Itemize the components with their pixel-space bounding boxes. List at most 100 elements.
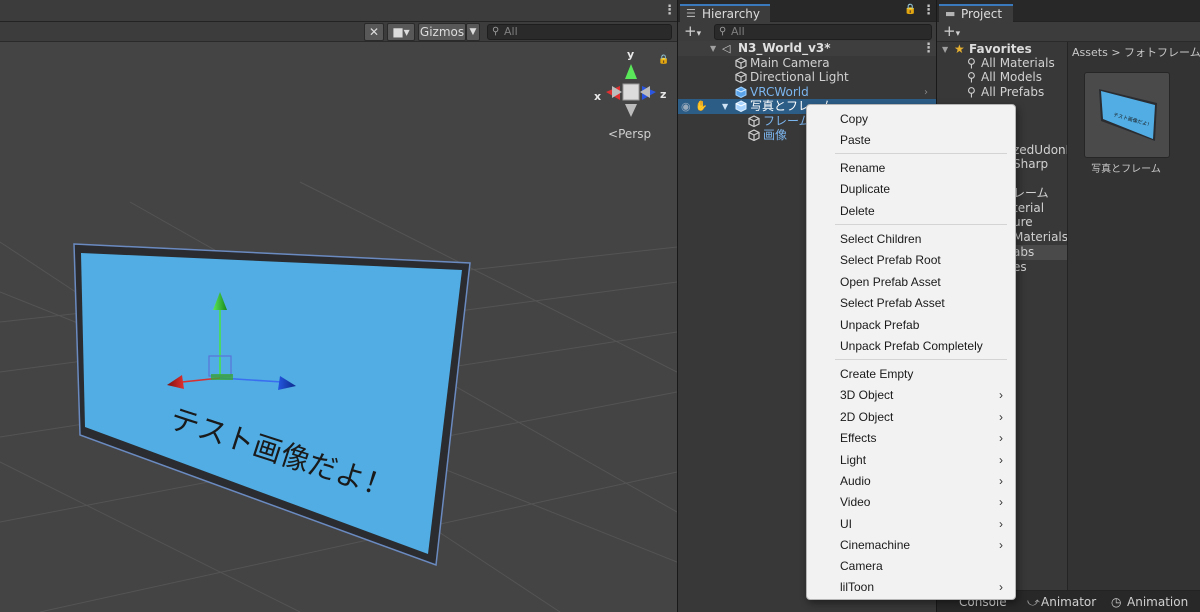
menu-item-label: Unpack Prefab xyxy=(840,318,920,332)
menu-item-3d-object[interactable]: 3D Object › xyxy=(807,385,1015,405)
menu-item-label: Select Prefab Root xyxy=(840,253,941,267)
folder-item-label: Materials xyxy=(1013,230,1069,244)
folder-item-label: レーム xyxy=(1013,186,1049,200)
menu-item-unpack-prefab[interactable]: Unpack Prefab xyxy=(807,315,1015,335)
scene-more-icon[interactable]: ⋮ xyxy=(922,42,935,55)
hierarchy-item-directional-light[interactable]: Directional Light xyxy=(678,70,936,85)
menu-item-label: UI xyxy=(840,517,852,531)
menu-item-2d-object[interactable]: 2D Object › xyxy=(807,407,1015,427)
menu-separator xyxy=(835,153,1007,154)
animation-clock-icon: ◷ xyxy=(1111,595,1122,609)
menu-item-rename[interactable]: Rename xyxy=(807,158,1015,178)
menu-item-video[interactable]: Video › xyxy=(807,492,1015,512)
scene-search-input[interactable]: ⚲ All xyxy=(487,24,672,40)
asset-label: 写真とフレーム xyxy=(1091,164,1161,175)
menu-item-camera[interactable]: Camera xyxy=(807,556,1015,576)
menu-item-select-prefab-asset[interactable]: Select Prefab Asset xyxy=(807,293,1015,313)
scene-root-row[interactable]: ▼ ◁ N3_World_v3* ⋮ xyxy=(678,41,936,56)
menu-item-select-children[interactable]: Select Children xyxy=(807,229,1015,249)
menu-item-delete[interactable]: Delete xyxy=(807,201,1015,221)
camera-icon[interactable]: ■▾ xyxy=(387,23,415,41)
favorites-header[interactable]: ▼ ★ Favorites xyxy=(937,42,1067,57)
menu-item-liltoon[interactable]: lilToon › xyxy=(807,577,1015,597)
lock-icon[interactable]: 🔒 xyxy=(658,54,669,65)
hierarchy-item-main-camera[interactable]: Main Camera xyxy=(678,56,936,71)
pickable-hand-icon[interactable]: ✋ xyxy=(695,99,707,114)
favorite-item[interactable]: ⚲ All Materials xyxy=(937,56,1067,71)
project-tab-bar: ▬ Project xyxy=(937,0,1200,22)
menu-item-label: Copy xyxy=(840,112,869,126)
scene-tab-bar: ⋮ xyxy=(0,0,677,22)
hierarchy-toolbar: +▾ ⚲ All xyxy=(678,22,936,42)
scene-more-icon[interactable]: ⋮ xyxy=(663,4,676,17)
menu-separator xyxy=(835,359,1007,360)
menu-item-light[interactable]: Light › xyxy=(807,450,1015,470)
favorite-item-label: All Prefabs xyxy=(981,85,1045,99)
search-icon: ⚲ xyxy=(967,56,976,70)
tab-animator[interactable]: Animator xyxy=(1041,594,1096,610)
search-icon: ⚲ xyxy=(967,85,976,99)
menu-item-open-prefab-asset[interactable]: Open Prefab Asset xyxy=(807,272,1015,292)
menu-item-label: Open Prefab Asset xyxy=(840,275,941,289)
expand-arrow-icon[interactable]: ▼ xyxy=(722,99,728,114)
chevron-right-icon[interactable]: › xyxy=(924,85,928,100)
expand-arrow-icon[interactable]: ▼ xyxy=(710,41,716,56)
menu-item-label: Select Children xyxy=(840,232,922,246)
submenu-chevron-icon: › xyxy=(999,538,1003,552)
hierarchy-item-label: Directional Light xyxy=(750,70,849,84)
menu-item-ui[interactable]: UI › xyxy=(807,514,1015,534)
photo-frame-object[interactable]: テスト画像だよ！ xyxy=(73,243,471,567)
folder-icon: ▬ xyxy=(945,7,956,20)
project-toolbar: +▾ xyxy=(937,22,1200,42)
menu-item-effects[interactable]: Effects › xyxy=(807,428,1015,448)
persp-chevron-icon: < xyxy=(608,127,619,141)
hierarchy-lock-icon[interactable]: 🔒 xyxy=(904,4,916,15)
menu-item-copy[interactable]: Copy xyxy=(807,109,1015,129)
favorite-item[interactable]: ⚲ All Models xyxy=(937,70,1067,85)
menu-item-label: Duplicate xyxy=(840,182,891,196)
menu-item-label: Unpack Prefab Completely xyxy=(840,339,983,353)
tools-icon[interactable]: ✕ xyxy=(364,23,384,41)
hierarchy-item-vrcworld[interactable]: VRCWorld › xyxy=(678,85,936,100)
hierarchy-more-icon[interactable]: ⋮ xyxy=(922,4,935,17)
menu-item-select-prefab-root[interactable]: Select Prefab Root xyxy=(807,250,1015,270)
folder-item-label: zedUdonI xyxy=(1013,143,1070,157)
asset-browser[interactable]: Assets > フォトフレーム > P テスト画像だよ！ 写真とフレーム xyxy=(1067,42,1200,590)
expand-arrow-icon[interactable]: ▼ xyxy=(942,42,948,57)
favorite-item[interactable]: ⚲ All Prefabs xyxy=(937,85,1067,100)
menu-item-create-empty[interactable]: Create Empty xyxy=(807,364,1015,384)
submenu-chevron-icon: › xyxy=(999,474,1003,488)
axis-z-label: z xyxy=(660,88,666,101)
tab-animation[interactable]: Animation xyxy=(1127,594,1188,610)
hierarchy-item-label: Main Camera xyxy=(750,56,830,70)
menu-item-audio[interactable]: Audio › xyxy=(807,471,1015,491)
tab-hierarchy[interactable]: ☰ Hierarchy xyxy=(680,4,770,22)
project-create-button[interactable]: +▾ xyxy=(943,23,960,42)
favorite-item-label: All Materials xyxy=(981,56,1055,70)
axis-x-label: x xyxy=(594,90,601,103)
scene-viewport[interactable]: テスト画像だよ！ y x z 🔒 xyxy=(0,42,677,612)
breadcrumb-item[interactable]: Assets xyxy=(1072,46,1108,59)
unity-scene-icon: ◁ xyxy=(722,42,731,55)
breadcrumb-item[interactable]: フォトフレーム xyxy=(1124,46,1200,59)
tab-project[interactable]: ▬ Project xyxy=(939,4,1013,22)
favorite-item-label: All Models xyxy=(981,70,1042,84)
submenu-chevron-icon: › xyxy=(999,580,1003,594)
hierarchy-search-input[interactable]: ⚲ All xyxy=(714,24,932,40)
visibility-eye-icon[interactable]: ◉ xyxy=(681,99,691,114)
gameobject-cube-icon xyxy=(748,115,760,127)
persp-toggle[interactable]: <Persp xyxy=(608,127,651,141)
menu-item-cinemachine[interactable]: Cinemachine › xyxy=(807,535,1015,555)
scene-view[interactable]: ⋮ ✕ ■▾ Gizmos ▼ ⚲ All テスト画像だよ！ y x z 🔒 <… xyxy=(0,0,677,612)
asset-thumbnail[interactable]: テスト画像だよ！ xyxy=(1084,72,1170,158)
gizmos-button[interactable]: Gizmos xyxy=(418,23,466,41)
menu-item-label: Audio xyxy=(840,474,871,488)
gizmos-dropdown-icon[interactable]: ▼ xyxy=(466,23,480,41)
menu-item-unpack-prefab-completely[interactable]: Unpack Prefab Completely xyxy=(807,336,1015,356)
animator-icon: ⤻ xyxy=(1027,595,1040,609)
hierarchy-search-placeholder: All xyxy=(731,25,745,38)
orientation-gizmo[interactable]: y x z 🔒 xyxy=(594,48,669,117)
menu-item-duplicate[interactable]: Duplicate xyxy=(807,179,1015,199)
hierarchy-create-button[interactable]: +▾ xyxy=(684,23,701,42)
menu-item-paste[interactable]: Paste xyxy=(807,130,1015,150)
